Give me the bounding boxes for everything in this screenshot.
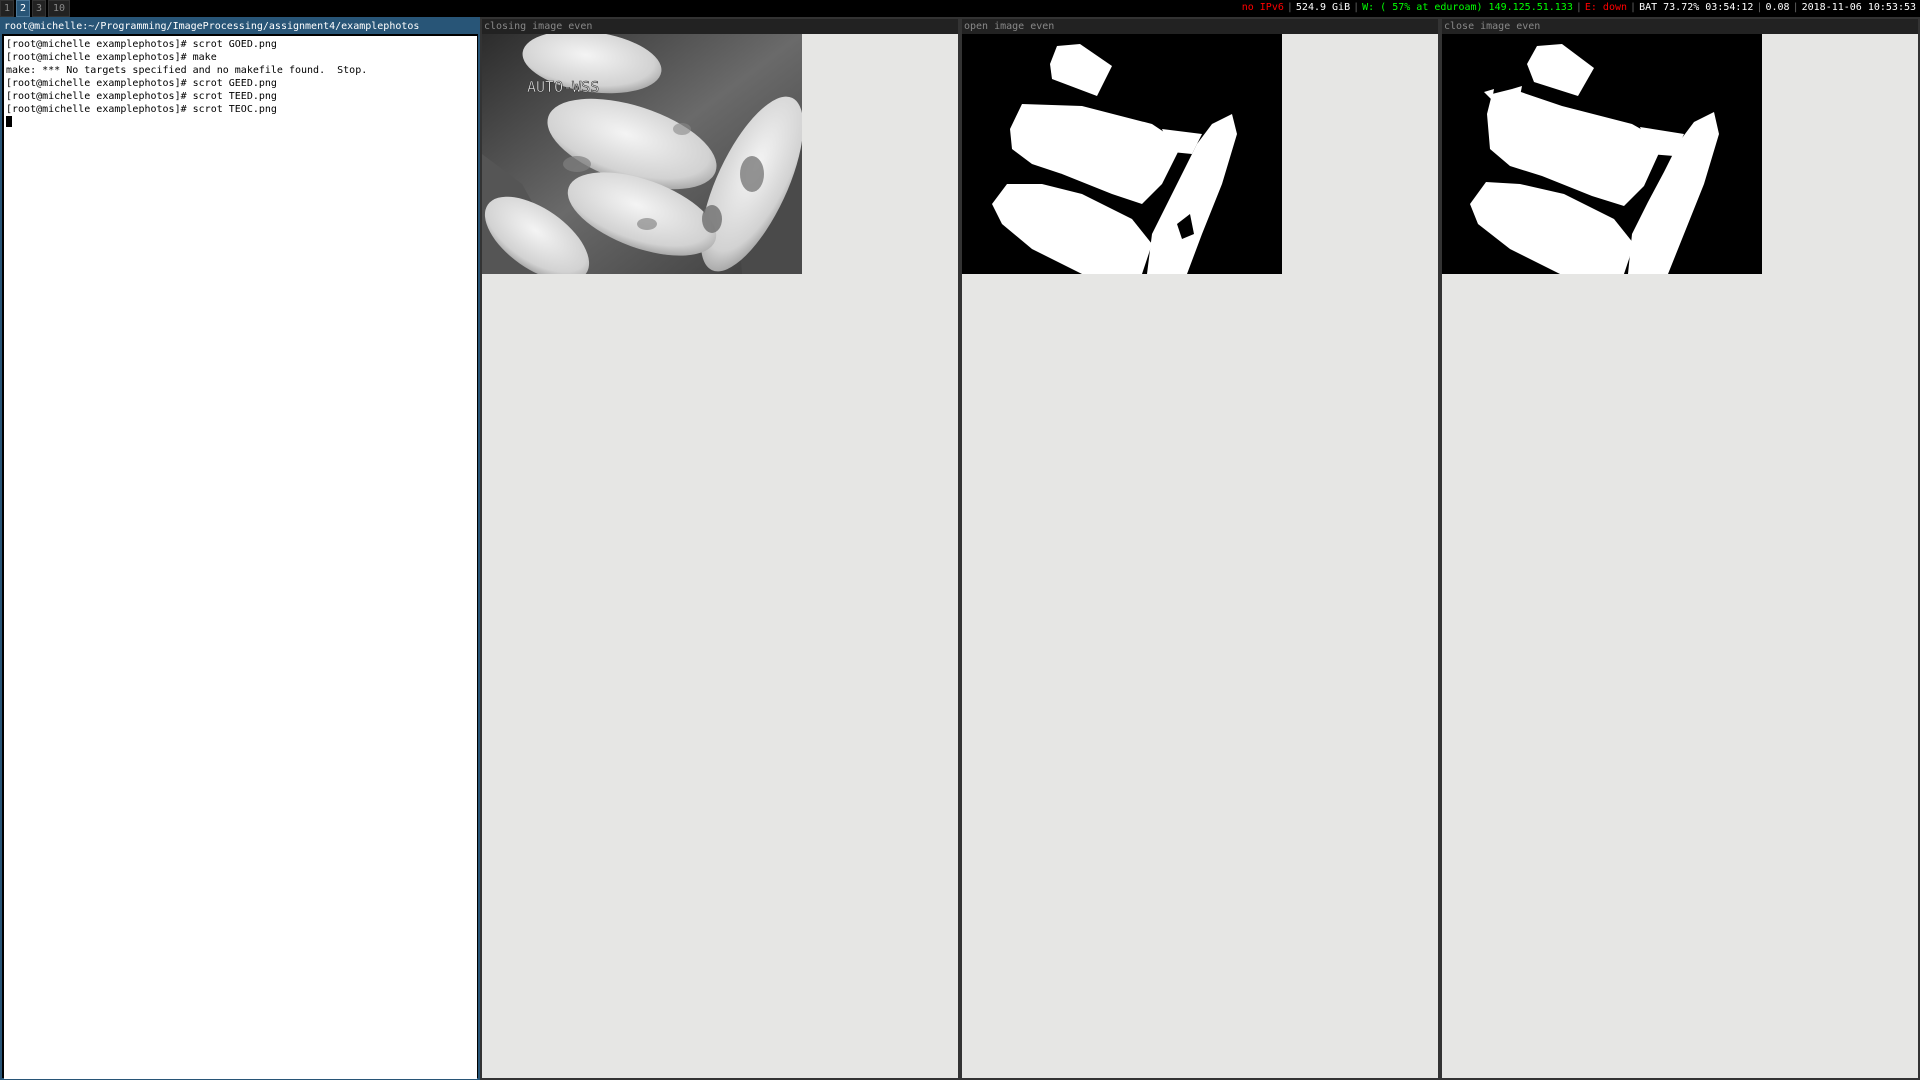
load-status: 0.08 — [1765, 2, 1790, 13]
binary-mask-image — [1442, 34, 1762, 274]
workspace-button-3[interactable]: 3 — [32, 0, 46, 17]
ethernet-status: E: down — [1584, 2, 1628, 13]
workspace-button-1[interactable]: 1 — [0, 0, 14, 17]
binary-mask-image — [962, 34, 1282, 274]
closing-image-window[interactable]: closing image even AUTO-WSS — [480, 17, 960, 1080]
terminal-line: make: *** No targets specified and no ma… — [6, 65, 368, 76]
terminal-window[interactable]: root@michelle:~/Programming/ImageProcess… — [0, 17, 480, 1080]
battery-status: BAT 73.72% 03:54:12 — [1639, 2, 1754, 13]
terminal-output[interactable]: [root@michelle examplephotos]# scrot GOE… — [4, 36, 477, 1079]
disk-status: 524.9 GiB — [1295, 2, 1351, 13]
open-image-window[interactable]: open image even — [960, 17, 1440, 1080]
pigs-photo: AUTO-WSS — [482, 34, 802, 274]
window-title[interactable]: closing image even — [482, 19, 958, 34]
status-line: no IPv6 | 524.9 GiB | W: ( 57% at eduroam) 1… — [1241, 2, 1916, 13]
clock: 2018-11-06 10:53:53 — [1801, 2, 1916, 13]
terminal-line: [root@michelle examplephotos]# scrot GEE… — [6, 78, 277, 89]
terminal-line: [root@michelle examplephotos]# scrot GOE… — [6, 39, 277, 50]
wifi-status: W: ( 57% at eduroam) 149.125.51.133 — [1362, 2, 1573, 13]
workspace-button-2[interactable]: 2 — [16, 0, 30, 17]
ipv6-status: no IPv6 — [1241, 2, 1284, 13]
text-cursor — [6, 116, 12, 127]
window-title[interactable]: root@michelle:~/Programming/ImageProcess… — [2, 19, 478, 34]
window-title[interactable]: close image even — [1442, 19, 1918, 34]
terminal-line: [root@michelle examplephotos]# make — [6, 52, 217, 63]
workspace-button-10[interactable]: 10 — [48, 0, 70, 17]
window-title[interactable]: open image even — [962, 19, 1438, 34]
close-image-window[interactable]: close image even — [1440, 17, 1920, 1080]
terminal-line: [root@michelle examplephotos]# scrot TEE… — [6, 91, 277, 102]
terminal-line: [root@michelle examplephotos]# scrot TEO… — [6, 104, 277, 115]
camera-overlay-text: AUTO-WSS — [527, 78, 599, 96]
top-bar: 1 2 3 10 no IPv6 | 524.9 GiB | W: ( 57% at e… — [0, 0, 1920, 17]
